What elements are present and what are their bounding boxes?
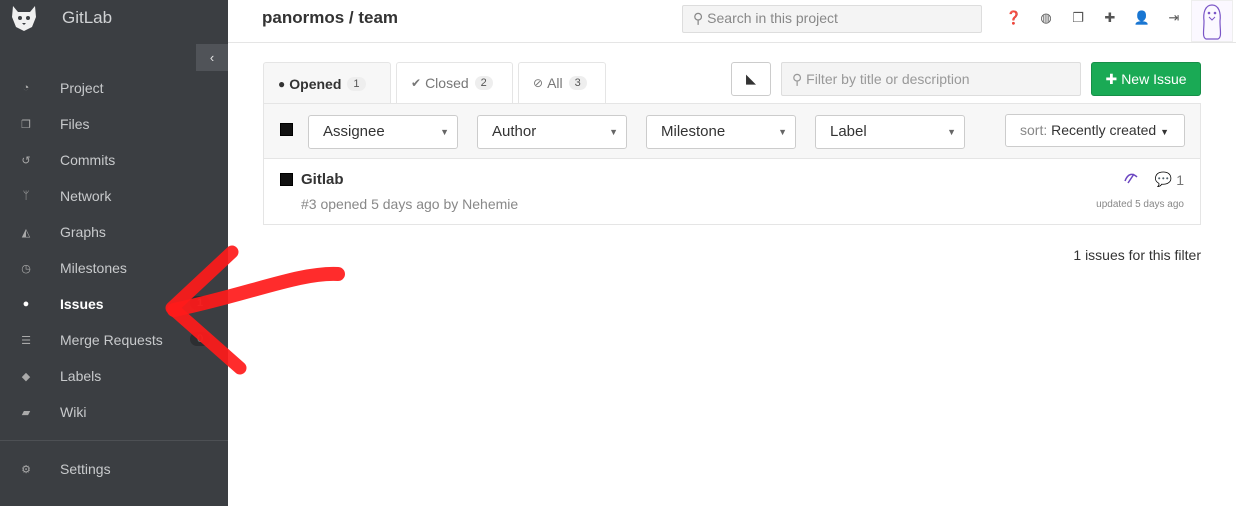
sort-dropdown[interactable]: sort: Recently created ▼ — [1005, 114, 1185, 147]
user-icon[interactable]: 👤 — [1126, 10, 1158, 26]
plus-icon: ✚ — [1105, 70, 1118, 87]
filter-placeholder: Filter by title or description — [806, 71, 970, 87]
app-name[interactable]: GitLab — [62, 8, 112, 28]
sidebar-item-network[interactable]: ᛘ Network — [0, 178, 228, 214]
sort-value: Recently created — [1051, 122, 1157, 138]
collapse-sidebar-button[interactable]: ‹ — [196, 44, 228, 71]
exclamation-circle-icon: ● — [278, 76, 286, 91]
dropdown-label: Milestone — [661, 123, 726, 140]
avatar[interactable] — [1191, 0, 1233, 42]
sidebar-item-label: Graphs — [60, 224, 106, 240]
sidebar-item-settings[interactable]: ⚙ Settings — [0, 451, 228, 487]
sidebar-item-label: Network — [60, 188, 112, 204]
tab-opened[interactable]: ● Opened 1 — [263, 62, 391, 104]
caret-down-icon: ▼ — [440, 127, 449, 137]
issue-checkbox[interactable] — [280, 173, 293, 186]
dashboard-icon: ◔ — [22, 82, 30, 94]
globe-icon[interactable]: ◍ — [1030, 10, 1062, 26]
book-icon: ▰ — [21, 406, 31, 419]
plus-icon[interactable]: ✚ — [1094, 10, 1126, 26]
list-item[interactable]: Gitlab #3 opened 5 days ago by Nehemie 💬… — [263, 159, 1201, 225]
tab-closed[interactable]: ✔ Closed 2 — [396, 62, 513, 103]
tab-count-badge: 1 — [347, 76, 366, 91]
page-title[interactable]: panormos / team — [262, 8, 398, 28]
issue-title[interactable]: Gitlab — [301, 171, 344, 188]
sign-out-icon[interactable]: ⇥ — [1158, 10, 1190, 26]
tab-label: Opened — [289, 75, 342, 92]
annotation-arrow — [165, 245, 345, 375]
compass-icon: ⊘ — [533, 76, 544, 90]
clock-icon: ◷ — [21, 262, 31, 275]
select-all-checkbox[interactable] — [280, 123, 293, 136]
dropdown-label: Author — [492, 123, 537, 140]
header-icons: ❓ ◍ ❐ ✚ 👤 ⇥ — [998, 10, 1190, 26]
issue-stats: 💬 1 — [1123, 171, 1184, 188]
chevron-left-icon: ‹ — [209, 50, 215, 65]
issue-updated: updated 5 days ago — [1096, 199, 1184, 210]
dropdown-label: Label — [830, 123, 867, 140]
sidebar-item-label: Settings — [60, 461, 111, 477]
search-icon: ⚲ — [693, 10, 704, 26]
brand[interactable]: GitLab — [0, 0, 228, 36]
rss-button[interactable]: ◣ — [731, 62, 771, 96]
sidebar-item-wiki[interactable]: ▰ Wiki — [0, 394, 228, 430]
rss-icon: ◣ — [746, 71, 756, 86]
sidebar-item-label: Commits — [60, 152, 116, 168]
filter-input[interactable]: ⚲ Filter by title or description — [781, 62, 1081, 96]
search-input[interactable]: ⚲ Search in this project — [682, 5, 982, 33]
author-dropdown[interactable]: Author ▼ — [477, 115, 627, 149]
sidebar-settings-block: ⚙ Settings — [0, 451, 228, 487]
sidebar-item-label: Wiki — [60, 404, 87, 420]
sidebar-item-label: Files — [60, 116, 90, 132]
issue-meta: #3 opened 5 days ago by Nehemie — [301, 196, 519, 212]
sidebar-item-files[interactable]: ❐ Files — [0, 106, 228, 142]
tab-label: All — [547, 75, 563, 91]
issues-count-text: 1 issues for this filter — [1073, 247, 1201, 263]
caret-down-icon: ▼ — [1160, 127, 1169, 137]
comments-icon: 💬 — [1154, 171, 1173, 187]
sidebar-divider — [0, 440, 228, 441]
dropdown-label: Assignee — [323, 123, 385, 140]
tasks-icon: ☰ — [21, 334, 31, 347]
files-icon: ❐ — [21, 118, 31, 131]
question-circle-icon[interactable]: ❓ — [998, 10, 1030, 26]
exclamation-circle-icon: ● — [22, 298, 30, 310]
caret-down-icon: ▼ — [609, 127, 618, 137]
assignee-avatar[interactable] — [1123, 171, 1139, 188]
sidebar-item-label: Milestones — [60, 260, 127, 276]
copy-icon[interactable]: ❐ — [1062, 10, 1094, 26]
filter-bar: Assignee ▼ Author ▼ Milestone ▼ Label ▼ … — [263, 103, 1201, 159]
cogs-icon: ⚙ — [21, 463, 31, 476]
header: panormos / team ⚲ Search in this project… — [228, 0, 1236, 43]
area-chart-icon: ◭ — [21, 226, 31, 239]
caret-down-icon: ▼ — [947, 127, 956, 137]
sort-prefix: sort: — [1020, 122, 1048, 138]
sidebar-item-commits[interactable]: ↺ Commits — [0, 142, 228, 178]
sidebar-item-label: Merge Requests — [60, 332, 163, 348]
sidebar-item-project[interactable]: ◔ Project — [0, 70, 228, 106]
sidebar-item-label: Issues — [60, 296, 104, 312]
history-icon: ↺ — [21, 154, 31, 167]
label-dropdown[interactable]: Label ▼ — [815, 115, 965, 149]
check-circle-icon: ✔ — [411, 76, 422, 90]
milestone-dropdown[interactable]: Milestone ▼ — [646, 115, 796, 149]
tab-all[interactable]: ⊘ All 3 — [518, 62, 606, 103]
search-icon: ⚲ — [792, 71, 803, 87]
tags-icon: ◆ — [21, 370, 31, 383]
search-placeholder: Search in this project — [707, 10, 838, 26]
new-issue-label: New Issue — [1121, 71, 1187, 87]
code-fork-icon: ᛘ — [22, 190, 30, 202]
comments-count: 1 — [1176, 171, 1184, 188]
tab-count-badge: 2 — [474, 76, 493, 90]
tab-count-badge: 3 — [568, 76, 587, 90]
tab-label: Closed — [425, 75, 469, 91]
sidebar-item-label: Project — [60, 80, 104, 96]
caret-down-icon: ▼ — [778, 127, 787, 137]
gitlab-logo-icon[interactable] — [8, 2, 40, 34]
assignee-dropdown[interactable]: Assignee ▼ — [308, 115, 458, 149]
sidebar-item-label: Labels — [60, 368, 102, 384]
new-issue-button[interactable]: ✚ New Issue — [1091, 62, 1201, 96]
